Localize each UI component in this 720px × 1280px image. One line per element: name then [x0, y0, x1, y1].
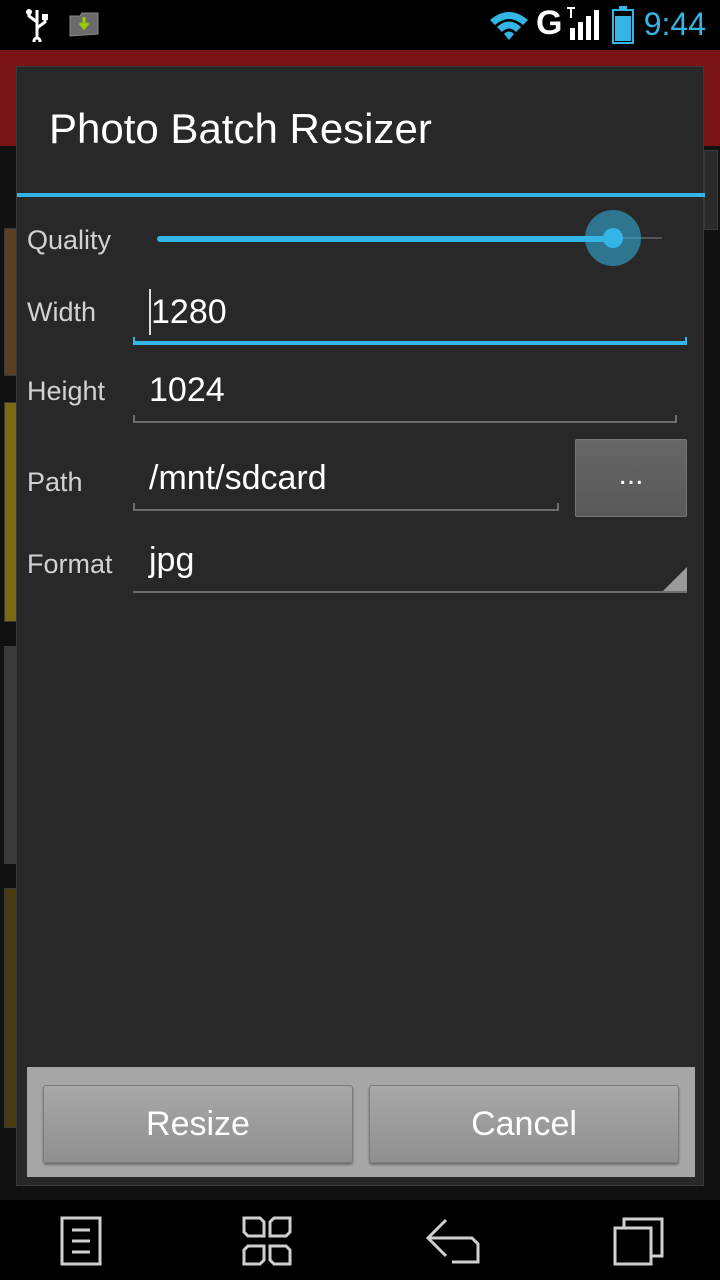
field-edge	[557, 503, 559, 511]
network-type-label: G	[536, 4, 563, 42]
quality-label: Quality	[27, 225, 112, 255]
format-selected-value: jpg	[149, 541, 195, 579]
height-field[interactable]: 1024	[133, 365, 677, 423]
path-field[interactable]: /mnt/sdcard	[133, 453, 559, 511]
wifi-icon	[490, 12, 528, 40]
battery-icon	[612, 6, 634, 44]
title-divider	[17, 193, 705, 197]
path-label: Path	[27, 467, 83, 497]
status-bar: G 9:44	[0, 0, 720, 50]
field-edge	[675, 415, 677, 423]
path-value: /mnt/sdcard	[149, 459, 327, 497]
field-edge	[685, 337, 687, 345]
height-value: 1024	[149, 371, 225, 409]
home-icon[interactable]	[240, 1214, 294, 1268]
download-notification-icon	[69, 12, 99, 37]
recent-apps-icon[interactable]	[612, 1214, 666, 1268]
height-field-underline	[133, 421, 677, 423]
format-spinner[interactable]: jpg	[133, 537, 687, 593]
quality-slider-fill	[157, 236, 613, 242]
resize-button[interactable]: Resize	[43, 1085, 353, 1163]
usb-icon	[26, 9, 48, 42]
width-field-underline	[133, 341, 687, 345]
height-label: Height	[27, 376, 106, 406]
width-value: 1280	[151, 293, 227, 331]
navigation-bar	[0, 1200, 720, 1280]
dialog-button-bar: Resize Cancel	[27, 1067, 695, 1177]
width-field[interactable]: 1280	[133, 285, 687, 345]
path-field-underline	[133, 509, 559, 511]
browse-path-button[interactable]: ...	[575, 439, 687, 517]
field-edge	[133, 503, 135, 511]
signal-icon	[567, 7, 599, 40]
format-spinner-underline	[133, 591, 687, 593]
width-label: Width	[27, 297, 97, 327]
format-label: Format	[27, 549, 113, 579]
dropdown-arrow-icon	[663, 567, 687, 591]
menu-icon[interactable]	[58, 1216, 104, 1266]
background-thumbnail	[704, 150, 718, 230]
dialog-title: Photo Batch Resizer	[49, 105, 432, 152]
back-icon[interactable]	[424, 1216, 482, 1266]
cancel-button[interactable]: Cancel	[369, 1085, 679, 1163]
quality-slider-thumb[interactable]	[602, 228, 623, 248]
field-edge	[133, 415, 135, 423]
field-edge	[133, 337, 135, 345]
clock: 9:44	[643, 6, 706, 42]
resize-dialog: Photo Batch Resizer Quality Width 1280 H…	[16, 66, 705, 1186]
